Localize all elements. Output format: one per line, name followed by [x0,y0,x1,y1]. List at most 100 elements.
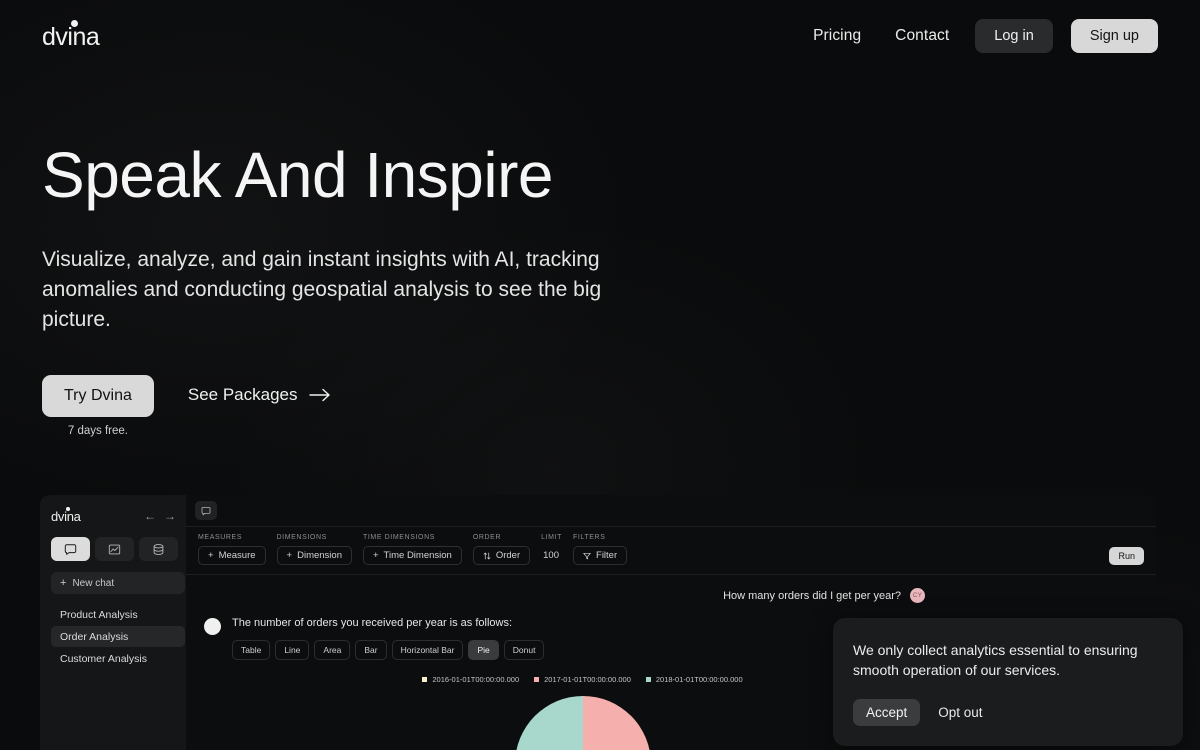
query-group-label: LIMIT [541,534,563,541]
see-packages-link[interactable]: See Packages [188,375,331,405]
add-filter-button[interactable]: Filter [573,546,628,565]
chart-tab-pie[interactable]: Pie [468,640,499,660]
sidebar-tab-chat[interactable] [51,537,90,561]
brand-logo[interactable]: dvina [42,19,100,51]
sidebar-tabs [51,537,178,561]
assistant-avatar [204,618,221,635]
run-button[interactable]: Run [1109,547,1144,565]
arrow-right-icon[interactable]: → [164,510,176,522]
query-group-dimensions: DIMENSIONS + Dimension [276,534,352,565]
legend-swatch-icon [534,677,540,682]
cookie-consent-text: We only collect analytics essential to e… [853,642,1138,679]
order-button[interactable]: Order [472,546,531,565]
plus-icon: + [60,576,67,589]
pie-chart[interactable] [514,696,651,750]
logo-dot-icon [71,19,78,27]
trial-note: 7 days free. [67,424,128,437]
order-label: Order [495,550,521,561]
primary-cta-group: Try Dvina 7 days free. [42,374,154,437]
hero-actions: Try Dvina 7 days free. See Packages [42,374,702,437]
query-group-label: TIME DIMENSIONS [362,534,435,541]
new-chat-label: New chat [72,577,115,589]
arrow-right-icon [308,388,330,401]
query-group-time-dimensions: TIME DIMENSIONS + Time Dimension [362,534,462,565]
chart-tab-horizontal-bar[interactable]: Horizontal Bar [391,640,464,660]
line-chart-icon [108,544,121,554]
opt-out-button[interactable]: Opt out [930,699,990,726]
legend-item[interactable]: 2016-01-01T00:00:00.000 [422,675,519,684]
new-chat-button[interactable]: + New chat [51,572,185,594]
see-packages-label: See Packages [187,384,298,404]
sidebar-item-label: Customer Analysis [60,652,147,665]
sidebar-brand-text: dvina [51,508,81,524]
try-dvina-button[interactable]: Try Dvina [42,374,154,417]
chat-bubble-icon [201,506,211,515]
legend-label: 2018-01-01T00:00:00.000 [655,675,743,684]
logo-dot-icon [66,506,70,511]
chat-bubble-icon [64,543,77,555]
hero-section: Speak And Inspire Visualize, analyze, an… [42,139,702,437]
avatar[interactable]: CY [910,588,925,603]
sidebar-item-label: Product Analysis [60,608,138,621]
add-measure-button[interactable]: + Measure [198,546,266,565]
chart-tab-donut[interactable]: Donut [503,640,545,660]
chart-tab-line[interactable]: Line [275,640,310,660]
login-button[interactable]: Log in [975,19,1053,53]
sidebar-tab-charts[interactable] [95,537,134,561]
sidebar-item-product-analysis[interactable]: Product Analysis [51,604,185,625]
sidebar-chat-list: Product Analysis Order Analysis Customer… [51,604,185,669]
query-group-measures: MEASURES + Measure [198,534,266,565]
nav-link-pricing[interactable]: Pricing [805,21,869,51]
sidebar-item-order-analysis[interactable]: Order Analysis [51,626,185,647]
user-message: How many orders did I get per year? CY [204,588,1138,603]
query-group-label: DIMENSIONS [276,534,327,541]
query-group-label: FILTERS [573,534,606,541]
plus-icon: + [286,550,293,561]
query-group-label: ORDER [472,534,502,541]
arrow-left-icon[interactable]: ← [144,510,156,522]
page-title: Speak And Inspire [42,139,553,211]
brand-logo-text: dvina [42,22,100,51]
sidebar-nav-arrows: ← → [144,510,178,522]
app-sidebar: dvina ← → + New chat Product Analysis Or… [40,495,186,750]
plus-icon: + [208,550,214,561]
query-group-order: ORDER Order [472,534,531,565]
sidebar-brand-logo[interactable]: dvina [51,506,81,524]
add-time-dimension-label: Time Dimension [383,550,452,561]
signup-button[interactable]: Sign up [1070,19,1158,53]
sort-icon [483,552,491,559]
query-group-limit: LIMIT 100 [541,534,562,565]
database-icon [153,543,164,555]
add-dimension-button[interactable]: + Dimension [276,546,352,565]
chart-tab-bar[interactable]: Bar [355,640,387,660]
legend-item[interactable]: 2018-01-01T00:00:00.000 [645,675,743,684]
nav-link-contact[interactable]: Contact [887,21,957,51]
legend-label: 2016-01-01T00:00:00.000 [432,675,520,684]
main-tabbar [186,495,1156,527]
legend-swatch-icon [645,677,651,682]
query-group-filters: FILTERS Filter [573,534,628,565]
plus-icon: + [372,550,379,561]
legend-item[interactable]: 2017-01-01T00:00:00.000 [534,675,631,684]
chart-tab-area[interactable]: Area [314,640,351,660]
main-tab-chat[interactable] [195,501,217,520]
add-measure-label: Measure [218,550,256,561]
user-message-text: How many orders did I get per year? [723,589,901,602]
chart-tab-table[interactable]: Table [232,640,271,660]
top-navbar: dvina Pricing Contact Log in Sign up [0,0,1200,72]
sidebar-tab-data[interactable] [139,537,178,561]
add-dimension-label: Dimension [297,550,342,561]
legend-swatch-icon [422,677,428,682]
sidebar-header: dvina ← → [51,505,178,527]
query-builder: MEASURES + Measure DIMENSIONS + Dimensio… [186,527,1156,575]
hero-subtitle: Visualize, analyze, and gain instant ins… [42,248,602,331]
cookie-consent-actions: Accept Opt out [853,698,1163,726]
sidebar-item-label: Order Analysis [60,630,129,643]
accept-button[interactable]: Accept [853,698,921,726]
sidebar-item-customer-analysis[interactable]: Customer Analysis [51,648,185,669]
add-time-dimension-button[interactable]: + Time Dimension [362,546,462,565]
cookie-consent-banner: We only collect analytics essential to e… [833,618,1183,746]
limit-value[interactable]: 100 [541,546,562,565]
legend-label: 2017-01-01T00:00:00.000 [544,675,631,684]
nav-right-group: Pricing Contact Log in Sign up [805,19,1158,53]
